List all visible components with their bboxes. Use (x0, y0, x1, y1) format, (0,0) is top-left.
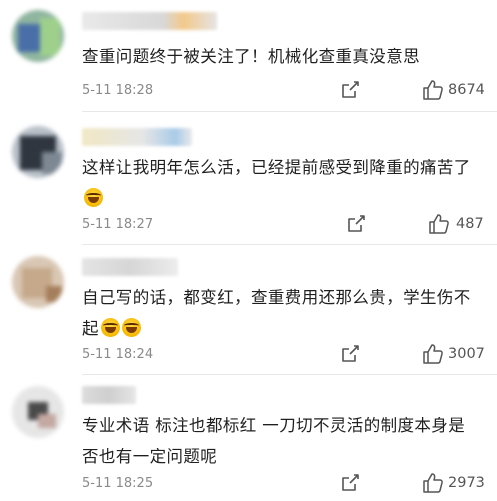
share-icon[interactable] (340, 344, 360, 364)
divider (82, 244, 497, 245)
comment-time: 5-11 18:28 (82, 83, 154, 98)
username[interactable] (82, 128, 192, 146)
comment-text: 专业术语 标注也都标红 一刀切不灵活的制度本身是否也有一定问题呢 (82, 416, 466, 466)
comment-text: 查重问题终于被关注了！机械化查重真没意思 (82, 47, 420, 66)
divider (82, 374, 497, 375)
avatar[interactable] (12, 386, 64, 438)
username[interactable] (82, 386, 136, 404)
share-icon[interactable] (340, 80, 360, 100)
avatar[interactable] (12, 126, 64, 178)
thumbs-up-icon[interactable] (422, 472, 444, 494)
divider (82, 111, 497, 112)
like-count: 8674 (448, 82, 485, 98)
comment-text-body: 这样让我明年怎么活，已经提前感受到降重的痛苦了 (82, 158, 471, 177)
like-count: 3007 (448, 346, 485, 362)
share-icon[interactable] (346, 214, 366, 234)
comment-meta: 5-11 18:27 487 (82, 213, 489, 237)
laugh-cry-emoji-icon (100, 318, 120, 337)
username[interactable] (82, 12, 217, 30)
laugh-cry-emoji-icon (84, 188, 103, 207)
thumbs-up-icon[interactable] (422, 79, 444, 101)
comment-meta: 5-11 18:28 8674 (82, 79, 489, 103)
comment-time: 5-11 18:25 (82, 476, 154, 491)
comment-meta: 5-11 18:24 3007 (82, 343, 489, 367)
avatar[interactable] (12, 10, 64, 62)
comment-text: 自己写的话，都变红，查重费用还那么贵，学生伤不起 (82, 282, 479, 344)
avatar[interactable] (12, 256, 64, 308)
comment-meta: 5-11 18:25 2973 (82, 472, 489, 496)
laugh-cry-emoji-icon (121, 318, 141, 337)
like-count: 2973 (448, 475, 485, 491)
comment-time: 5-11 18:27 (82, 217, 154, 232)
like-count: 487 (456, 216, 484, 232)
thumbs-up-icon[interactable] (422, 343, 444, 365)
username[interactable] (82, 258, 178, 276)
comment-time: 5-11 18:24 (82, 347, 154, 362)
share-icon[interactable] (340, 473, 360, 493)
thumbs-up-icon[interactable] (428, 213, 450, 235)
comment-text: 这样让我明年怎么活，已经提前感受到降重的痛苦了 (82, 152, 479, 214)
